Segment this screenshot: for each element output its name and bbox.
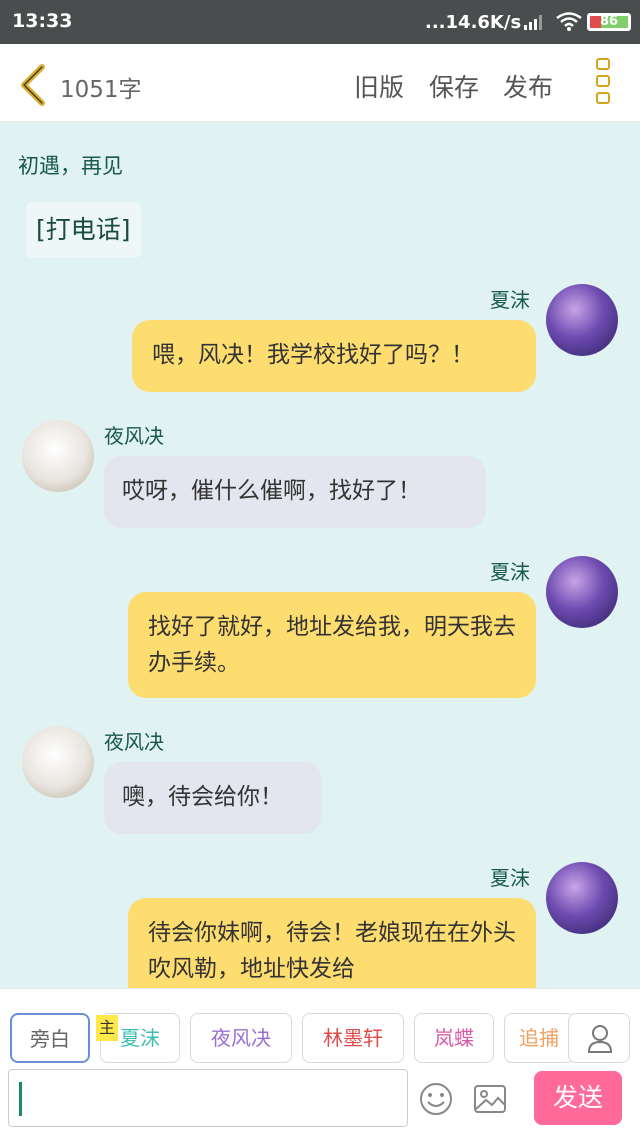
message-bubble[interactable]: 喂，风决！我学校找好了吗？！	[132, 320, 536, 392]
status-time: 13:33	[12, 10, 73, 32]
message-bubble[interactable]: 待会你妹啊，待会！老娘现在在外头吹风勒，地址快发给	[128, 898, 536, 988]
speaker-name: 夏沫	[490, 288, 530, 312]
top-bar: 1051字 旧版 保存 发布	[0, 44, 640, 122]
avatar-xiamo[interactable]	[546, 284, 618, 356]
message-bubble[interactable]: 找好了就好，地址发给我，明天我去办手续。	[128, 592, 536, 698]
emoji-icon[interactable]	[418, 1081, 454, 1117]
speaker-name: 夏沫	[490, 560, 530, 584]
signal-icon	[524, 14, 546, 30]
publish-button[interactable]: 发布	[503, 68, 553, 104]
role-chip[interactable]: 夜风决	[190, 1013, 292, 1063]
chapter-title: 初遇，再见	[18, 154, 123, 178]
word-count: 1051字	[60, 77, 142, 103]
menu-icon[interactable]	[596, 58, 612, 108]
status-bar: 13:33 ...14.6K/s 86	[0, 0, 640, 44]
battery-icon: 86	[587, 13, 631, 31]
composer-panel: 旁白 夏沫 主 夜风决 林墨轩 岚蝶 追捕 发送	[0, 988, 640, 1138]
speaker-name: 夜风决	[104, 730, 164, 754]
narration-bubble[interactable]: [打电话]	[26, 202, 141, 258]
role-chip[interactable]: 追捕	[504, 1013, 574, 1063]
message-bubble[interactable]: 噢，待会给你！	[104, 762, 322, 834]
send-button[interactable]: 发送	[534, 1071, 622, 1125]
message-input[interactable]	[8, 1069, 408, 1127]
main-role-badge: 主	[96, 1015, 118, 1041]
back-arrow-icon[interactable]	[16, 64, 48, 106]
image-icon[interactable]	[472, 1081, 508, 1117]
chat-area[interactable]: 初遇，再见 [打电话] 夏沫 喂，风决！我学校找好了吗？！ 夜风决 哎呀，催什么…	[0, 122, 640, 988]
network-speed: ...14.6K/s	[425, 12, 522, 33]
avatar-yefengjue[interactable]	[22, 726, 94, 798]
avatar-yefengjue[interactable]	[22, 420, 94, 492]
role-chip[interactable]: 林墨轩	[302, 1013, 404, 1063]
speaker-name: 夜风决	[104, 424, 164, 448]
role-chip[interactable]: 岚蝶	[414, 1013, 494, 1063]
speaker-name: 夏沫	[490, 866, 530, 890]
old-version-button[interactable]: 旧版	[354, 68, 404, 104]
battery-level: 86	[599, 14, 619, 29]
save-button[interactable]: 保存	[429, 68, 479, 104]
avatar-xiamo[interactable]	[546, 862, 618, 934]
user-icon	[587, 1025, 613, 1053]
add-role-button[interactable]	[568, 1013, 630, 1063]
avatar-xiamo[interactable]	[546, 556, 618, 628]
role-chip-narrator[interactable]: 旁白	[10, 1013, 90, 1063]
wifi-icon	[556, 12, 582, 31]
message-bubble[interactable]: 哎呀，催什么催啊，找好了！	[104, 456, 486, 528]
